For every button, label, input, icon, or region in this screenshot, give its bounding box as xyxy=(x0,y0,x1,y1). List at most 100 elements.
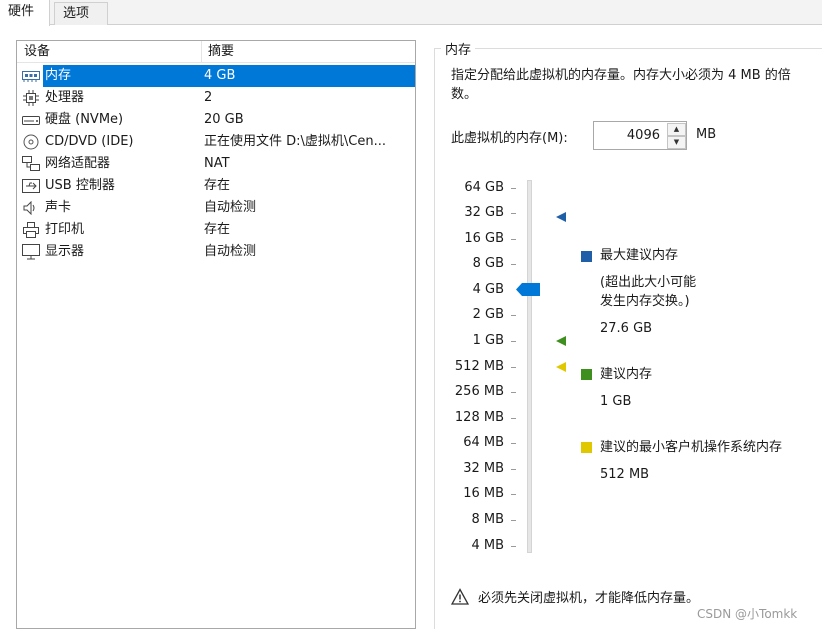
scale-label: 32 GB xyxy=(464,205,504,220)
device-name: 内存 xyxy=(43,65,201,87)
legend-swatch-recommended xyxy=(581,369,592,380)
chevron-up-icon: ▲ xyxy=(673,125,680,133)
cd-icon xyxy=(21,134,41,150)
min-guest-marker xyxy=(556,362,566,372)
recommended-marker xyxy=(556,336,566,346)
tab-bar: 硬件 选项 xyxy=(0,0,822,26)
legend-swatch-max xyxy=(581,251,592,262)
memory-input[interactable]: 4096 xyxy=(594,122,666,149)
scale-label: 8 MB xyxy=(471,512,504,527)
device-name: 声卡 xyxy=(45,200,72,215)
legend-min-guest-value: 512 MB xyxy=(600,467,650,482)
device-summary: 自动检测 xyxy=(204,200,257,215)
scale-label: 4 GB xyxy=(472,282,504,297)
legend-max-value: 27.6 GB xyxy=(600,321,653,336)
device-row-sound[interactable]: 声卡 自动检测 xyxy=(18,197,414,219)
device-row-memory[interactable]: 内存 4 GB xyxy=(18,65,415,87)
scale-tick xyxy=(511,392,516,393)
monitor-icon xyxy=(21,244,41,260)
device-summary: NAT xyxy=(204,156,230,171)
scale-tick xyxy=(511,494,516,495)
device-summary: 存在 xyxy=(204,222,231,237)
device-summary: 正在使用文件 D:\虚拟机\Cen... xyxy=(204,134,386,149)
legend-min-guest-label: 建议的最小客户机操作系统内存 xyxy=(600,440,783,455)
scale-tick xyxy=(511,546,516,547)
cpu-icon xyxy=(21,90,41,106)
scale-label: 8 GB xyxy=(472,256,504,271)
device-summary: 存在 xyxy=(204,178,231,193)
device-name: 硬盘 (NVMe) xyxy=(45,112,124,127)
max-recommended-marker xyxy=(556,212,566,222)
scale-label: 32 MB xyxy=(463,461,504,476)
scale-tick xyxy=(511,188,516,189)
memory-slider-track[interactable] xyxy=(527,180,532,553)
watermark: CSDN @小Tomkk xyxy=(697,607,798,621)
scale-label: 4 MB xyxy=(471,538,504,553)
scale-tick xyxy=(511,418,516,419)
scale-tick xyxy=(511,520,516,521)
memory-group-title: 内存 xyxy=(441,39,476,58)
scale-tick xyxy=(511,469,516,470)
scale-label: 64 MB xyxy=(463,435,504,450)
device-name: 处理器 xyxy=(45,90,85,105)
device-row-usb[interactable]: USB 控制器 存在 xyxy=(18,175,414,197)
chevron-down-icon: ▼ xyxy=(673,138,680,146)
device-row-disk[interactable]: 硬盘 (NVMe) 20 GB xyxy=(18,109,414,131)
scale-label: 16 GB xyxy=(464,231,504,246)
warning-icon xyxy=(450,588,470,606)
usb-icon xyxy=(21,178,41,194)
legend-max-label: 最大建议内存 xyxy=(600,248,679,263)
device-list-header: 设备 摘要 xyxy=(17,41,415,63)
scale-tick xyxy=(511,341,516,342)
memory-field-label: 此虚拟机的内存(M): xyxy=(451,131,568,146)
memory-spinbox[interactable]: 4096 ▲ ▼ xyxy=(593,121,687,150)
device-row-display[interactable]: 显示器 自动检测 xyxy=(18,241,414,263)
memory-slider-thumb[interactable] xyxy=(516,283,541,296)
disk-icon xyxy=(21,112,41,128)
scale-label: 2 GB xyxy=(472,307,504,322)
scale-tick xyxy=(511,264,516,265)
device-column-header[interactable]: 设备 xyxy=(24,41,50,63)
scale-label: 16 MB xyxy=(463,486,504,501)
scale-tick xyxy=(511,213,516,214)
device-summary: 4 GB xyxy=(201,65,415,87)
spin-up-button[interactable]: ▲ xyxy=(667,123,686,136)
warning-text: 必须先关闭虚拟机，才能降低内存量。 xyxy=(478,591,700,606)
spin-down-button[interactable]: ▼ xyxy=(667,136,686,149)
memory-icon xyxy=(21,68,41,84)
tab-hardware[interactable]: 硬件 xyxy=(0,0,50,26)
legend-recommended-label: 建议内存 xyxy=(600,367,653,382)
scale-label: 64 GB xyxy=(464,180,504,195)
scale-label: 128 MB xyxy=(454,410,504,425)
network-icon xyxy=(21,156,41,172)
device-summary: 20 GB xyxy=(204,112,244,127)
device-name: USB 控制器 xyxy=(45,178,115,193)
scale-label: 512 MB xyxy=(454,359,504,374)
device-list: 设备 摘要 内存 4 GB 处理器 2 硬盘 (NVMe) 20 GB CD/D… xyxy=(16,40,416,629)
scale-label: 256 MB xyxy=(454,384,504,399)
device-summary: 自动检测 xyxy=(204,244,257,259)
scale-tick xyxy=(511,239,516,240)
device-summary: 2 xyxy=(204,90,213,105)
printer-icon xyxy=(21,222,41,238)
legend-swatch-min-guest xyxy=(581,442,592,453)
device-row-printer[interactable]: 打印机 存在 xyxy=(18,219,414,241)
memory-description: 指定分配给此虚拟机的内存量。内存大小必须为 4 MB 的倍数。 xyxy=(451,68,791,102)
memory-unit-label: MB xyxy=(696,127,717,142)
scale-label: 1 GB xyxy=(472,333,504,348)
scale-tick xyxy=(511,315,516,316)
scale-tick xyxy=(511,443,516,444)
device-name: 网络适配器 xyxy=(45,156,111,171)
summary-column-header[interactable]: 摘要 xyxy=(201,41,415,63)
device-row-cd-dvd[interactable]: CD/DVD (IDE) 正在使用文件 D:\虚拟机\Cen... xyxy=(18,131,414,153)
device-row-network[interactable]: 网络适配器 NAT xyxy=(18,153,414,175)
device-name: CD/DVD (IDE) xyxy=(45,134,134,149)
device-row-processor[interactable]: 处理器 2 xyxy=(18,87,414,109)
tab-options[interactable]: 选项 xyxy=(54,2,108,25)
device-name: 打印机 xyxy=(45,222,85,237)
scale-tick xyxy=(511,367,516,368)
legend-recommended-value: 1 GB xyxy=(600,394,632,409)
speaker-icon xyxy=(21,200,41,216)
legend-max-note: 发生内存交换。) xyxy=(600,294,690,309)
device-name: 显示器 xyxy=(45,244,85,259)
